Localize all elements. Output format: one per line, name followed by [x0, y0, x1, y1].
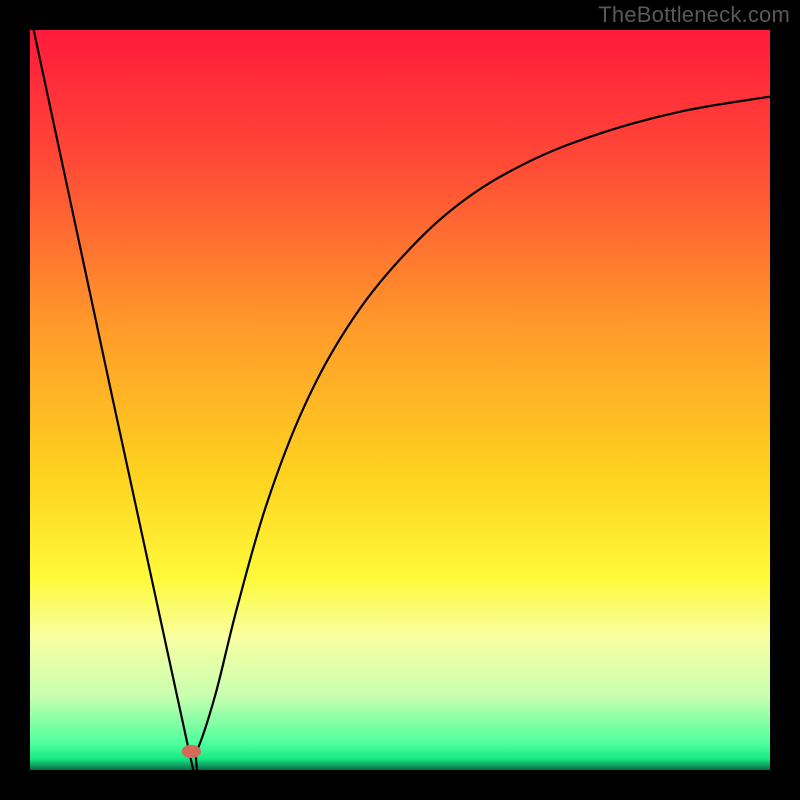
chart-frame: TheBottleneck.com: [0, 0, 800, 800]
chart-svg: [30, 30, 770, 770]
minimum-marker: [182, 745, 201, 758]
gradient-background: [30, 30, 770, 770]
plot-area: [30, 30, 770, 770]
watermark-text: TheBottleneck.com: [598, 2, 790, 28]
